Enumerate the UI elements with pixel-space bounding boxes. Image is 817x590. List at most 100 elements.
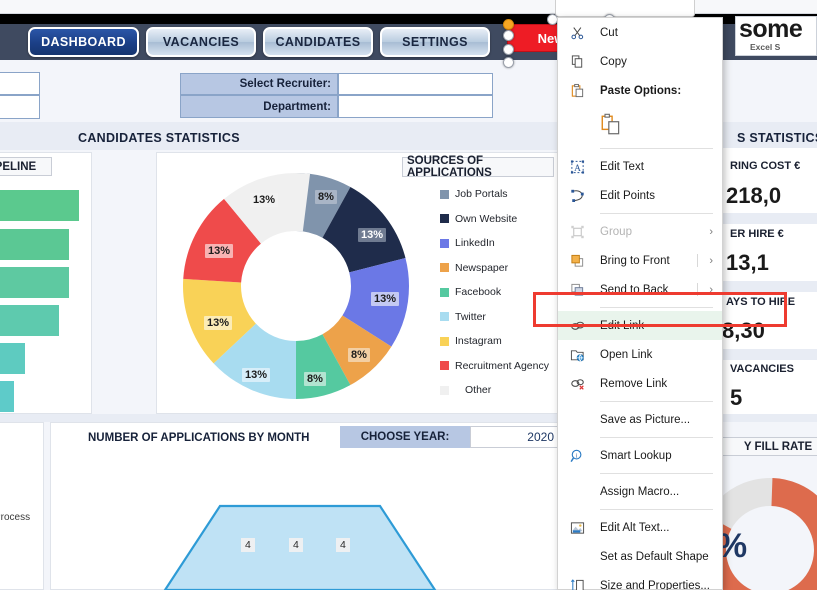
- bring-to-front-icon: [569, 252, 586, 269]
- donut-svg: [183, 173, 409, 399]
- context-menu-item-edit-text[interactable]: A Edit Text: [558, 152, 722, 181]
- fill-rate-title: Y FILL RATE: [718, 437, 817, 456]
- legend-swatch-own-website: [440, 214, 449, 224]
- pipeline-chart-title: PIPELINE: [0, 157, 52, 176]
- legend-item-facebook: Facebook: [440, 280, 570, 305]
- nav-tab-dashboard[interactable]: DASHBOARD: [28, 27, 139, 57]
- context-menu-item-open-link[interactable]: Open Link: [558, 340, 722, 369]
- shape-context-menu[interactable]: Cut Copy Paste Options: A Edit Text Edit…: [557, 17, 723, 590]
- slice-label-newspaper: 8%: [348, 348, 370, 362]
- context-menu-item-group: Group ›: [558, 217, 722, 246]
- nav-tab-candidates[interactable]: CANDIDATES: [263, 27, 373, 57]
- context-menu-label-paste-options: Paste Options:: [600, 84, 682, 97]
- select-recruiter-input[interactable]: [338, 73, 493, 95]
- context-menu-item-edit-points[interactable]: Edit Points: [558, 181, 722, 210]
- selection-handle-mid-left[interactable]: [503, 44, 514, 55]
- group-icon: [569, 223, 586, 240]
- context-menu-item-cut[interactable]: Cut: [558, 18, 722, 47]
- choose-year-dropdown[interactable]: 2020: [470, 426, 560, 448]
- department-label-text: Department:: [263, 100, 331, 113]
- context-menu-item-save-as-picture[interactable]: Save as Picture...: [558, 405, 722, 434]
- legend-item-linkedin: LinkedIn: [440, 231, 570, 256]
- context-menu-item-send-to-back[interactable]: Send to Back ›: [558, 275, 722, 304]
- context-menu-item-copy[interactable]: Copy: [558, 47, 722, 76]
- left-filter-field-1[interactable]: [0, 72, 40, 95]
- context-menu-separator-2: [600, 213, 713, 214]
- sources-donut-chart: 8% 13% 13% 8% 8% 13% 13% 13% 13%: [178, 168, 414, 404]
- context-menu-label-cut: Cut: [600, 26, 618, 39]
- chevron-right-icon-bring-to-front[interactable]: ›: [709, 255, 713, 267]
- legend-swatch-instagram: [440, 336, 449, 346]
- left-filter-field-2[interactable]: [0, 95, 40, 119]
- context-menu-label-size-and-properties: Size and Properties...: [600, 579, 710, 590]
- context-menu-separator-1: [600, 148, 713, 149]
- context-menu-label-bring-to-front: Bring to Front: [600, 254, 670, 267]
- paste-keep-formatting-icon[interactable]: [600, 113, 622, 137]
- submenu-divider-bring-to-front: [697, 254, 698, 267]
- area-data-label-1: 4: [241, 538, 255, 552]
- slice-label-own-website: 13%: [358, 228, 387, 242]
- svg-text:i: i: [576, 453, 578, 459]
- legend-swatch-recruitment-agency: [440, 361, 449, 371]
- context-menu-item-edit-link[interactable]: Edit Link: [558, 311, 722, 340]
- chevron-right-icon-group: ›: [709, 225, 713, 238]
- context-menu-item-smart-lookup[interactable]: i Smart Lookup: [558, 441, 722, 470]
- legend-label-instagram: Instagram: [455, 335, 502, 348]
- select-recruiter-label: Select Recruiter:: [180, 73, 338, 95]
- right-statistics-title: S STATISTICS: [737, 131, 817, 145]
- slice-label-twitter: 13%: [242, 368, 271, 382]
- sources-legend: Job Portals Own Website LinkedIn Newspap…: [440, 182, 570, 403]
- applications-by-month-title: NUMBER OF APPLICATIONS BY MONTH: [88, 432, 310, 444]
- context-menu-item-set-default-shape[interactable]: Set as Default Shape: [558, 542, 722, 571]
- kpi-label-2: AYS TO HIRE: [726, 296, 796, 308]
- set-default-shape-icon: [569, 548, 586, 565]
- slice-label-other: 13%: [250, 193, 279, 207]
- context-menu-separator-4: [600, 401, 713, 402]
- chevron-right-icon-send-to-back[interactable]: ›: [709, 284, 713, 296]
- legend-item-newspaper: Newspaper: [440, 256, 570, 281]
- logo-subtext: Excel S: [750, 42, 781, 52]
- kpi-value-3: 5: [730, 385, 743, 410]
- context-menu-label-save-as-picture: Save as Picture...: [600, 413, 691, 426]
- slice-label-job-portals: 8%: [315, 190, 337, 204]
- edit-text-icon: A: [569, 158, 586, 175]
- legend-item-twitter: Twitter: [440, 305, 570, 330]
- open-link-icon: [569, 346, 586, 363]
- sources-chart-title: SOURCES OF APPLICATIONS: [402, 155, 554, 179]
- kpi-label-3: VACANCIES: [730, 363, 794, 375]
- legend-label-twitter: Twitter: [455, 310, 486, 323]
- context-menu-separator-7: [600, 509, 713, 510]
- legend-swatch-newspaper: [440, 263, 449, 273]
- context-menu-label-remove-link: Remove Link: [600, 377, 668, 390]
- paste-options-gallery[interactable]: [558, 105, 722, 145]
- selection-handle-bottom-left[interactable]: [503, 57, 514, 68]
- nav-tab-vacancies[interactable]: VACANCIES: [146, 27, 256, 57]
- pipeline-bar-1: [0, 190, 79, 221]
- context-menu-separator-3: [600, 307, 713, 308]
- context-menu-item-bring-to-front[interactable]: Bring to Front ›: [558, 246, 722, 275]
- legend-label-newspaper: Newspaper: [455, 261, 509, 274]
- legend-label-job-portals: Job Portals: [455, 188, 508, 201]
- nav-tab-dashboard-label: DASHBOARD: [41, 35, 126, 49]
- top-white-strip-left: [0, 0, 555, 14]
- edit-link-icon: [569, 317, 586, 334]
- context-menu-item-remove-link[interactable]: Remove Link: [558, 369, 722, 398]
- scissors-icon: [569, 24, 586, 41]
- context-menu-item-edit-alt-text[interactable]: Edit Alt Text...: [558, 513, 722, 542]
- kpi-label-1: ER HIRE €: [730, 228, 784, 240]
- nav-tab-settings[interactable]: SETTINGS: [380, 27, 490, 57]
- context-menu-label-group: Group: [600, 225, 632, 238]
- slice-label-linkedin: 13%: [371, 292, 400, 306]
- context-menu-label-assign-macro: Assign Macro...: [600, 485, 680, 498]
- context-menu-item-assign-macro[interactable]: Assign Macro...: [558, 477, 722, 506]
- top-white-strip-right: [695, 0, 817, 14]
- svg-text:A: A: [574, 163, 581, 173]
- selection-handle-top-left[interactable]: [503, 30, 514, 41]
- context-menu-item-size-and-properties[interactable]: Size and Properties...: [558, 571, 722, 590]
- legend-item-own-website: Own Website: [440, 207, 570, 232]
- kpi-value-1: 13,1: [726, 250, 769, 275]
- legend-item-recruitment-agency: Recruitment Agency: [440, 354, 570, 379]
- legend-label-recruitment-agency: Recruitment Agency: [455, 359, 549, 372]
- department-input[interactable]: [338, 95, 493, 118]
- rotate-handle[interactable]: [503, 19, 514, 30]
